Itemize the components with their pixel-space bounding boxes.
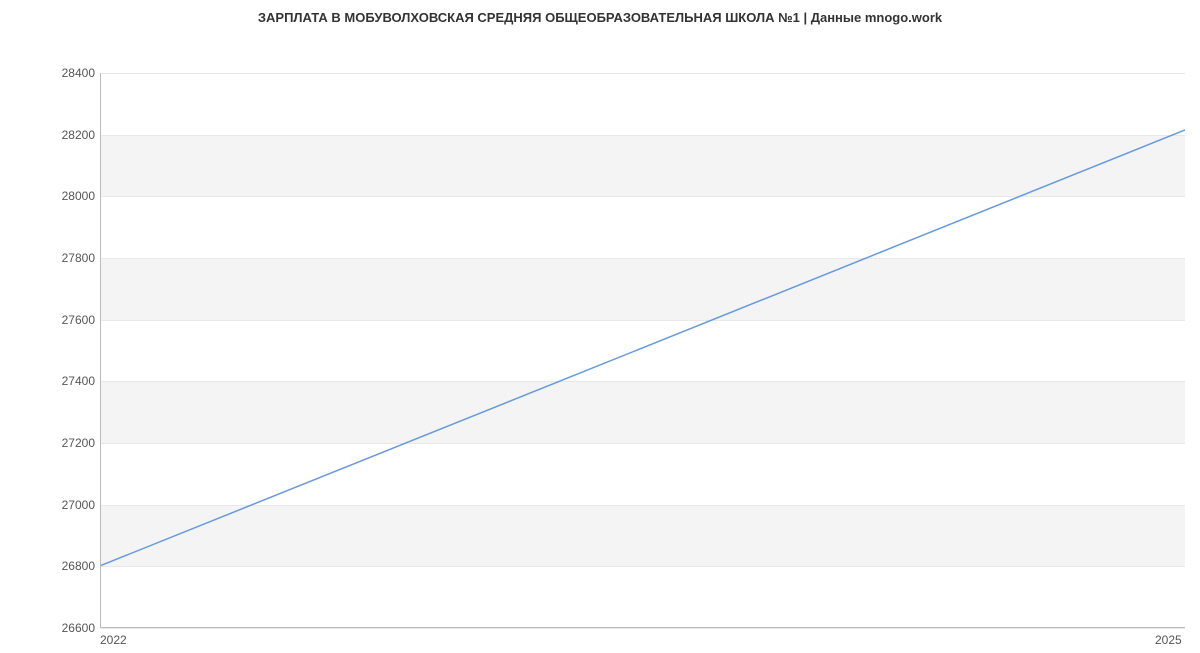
chart-container: 26600 26800 27000 27200 27400 27600 27800 28000…: [0, 33, 1200, 653]
line-chart-svg: [101, 73, 1185, 627]
y-tick-label: 28400: [15, 66, 95, 80]
gridline: [101, 628, 1185, 629]
x-tick-label: 2022: [100, 633, 127, 647]
y-tick-label: 27000: [15, 498, 95, 512]
y-tick-label: 26600: [15, 621, 95, 635]
y-tick-label: 27400: [15, 374, 95, 388]
y-tick-label: 28200: [15, 128, 95, 142]
y-tick-label: 28000: [15, 189, 95, 203]
y-tick-label: 27800: [15, 251, 95, 265]
data-line: [101, 130, 1185, 566]
y-tick-label: 26800: [15, 559, 95, 573]
x-tick-label: 2025: [1155, 633, 1182, 647]
y-tick-label: 27200: [15, 436, 95, 450]
chart-title: ЗАРПЛАТА В МОБУВОЛХОВСКАЯ СРЕДНЯЯ ОБЩЕОБ…: [0, 0, 1200, 33]
y-tick-label: 27600: [15, 313, 95, 327]
plot-area: [100, 73, 1185, 628]
